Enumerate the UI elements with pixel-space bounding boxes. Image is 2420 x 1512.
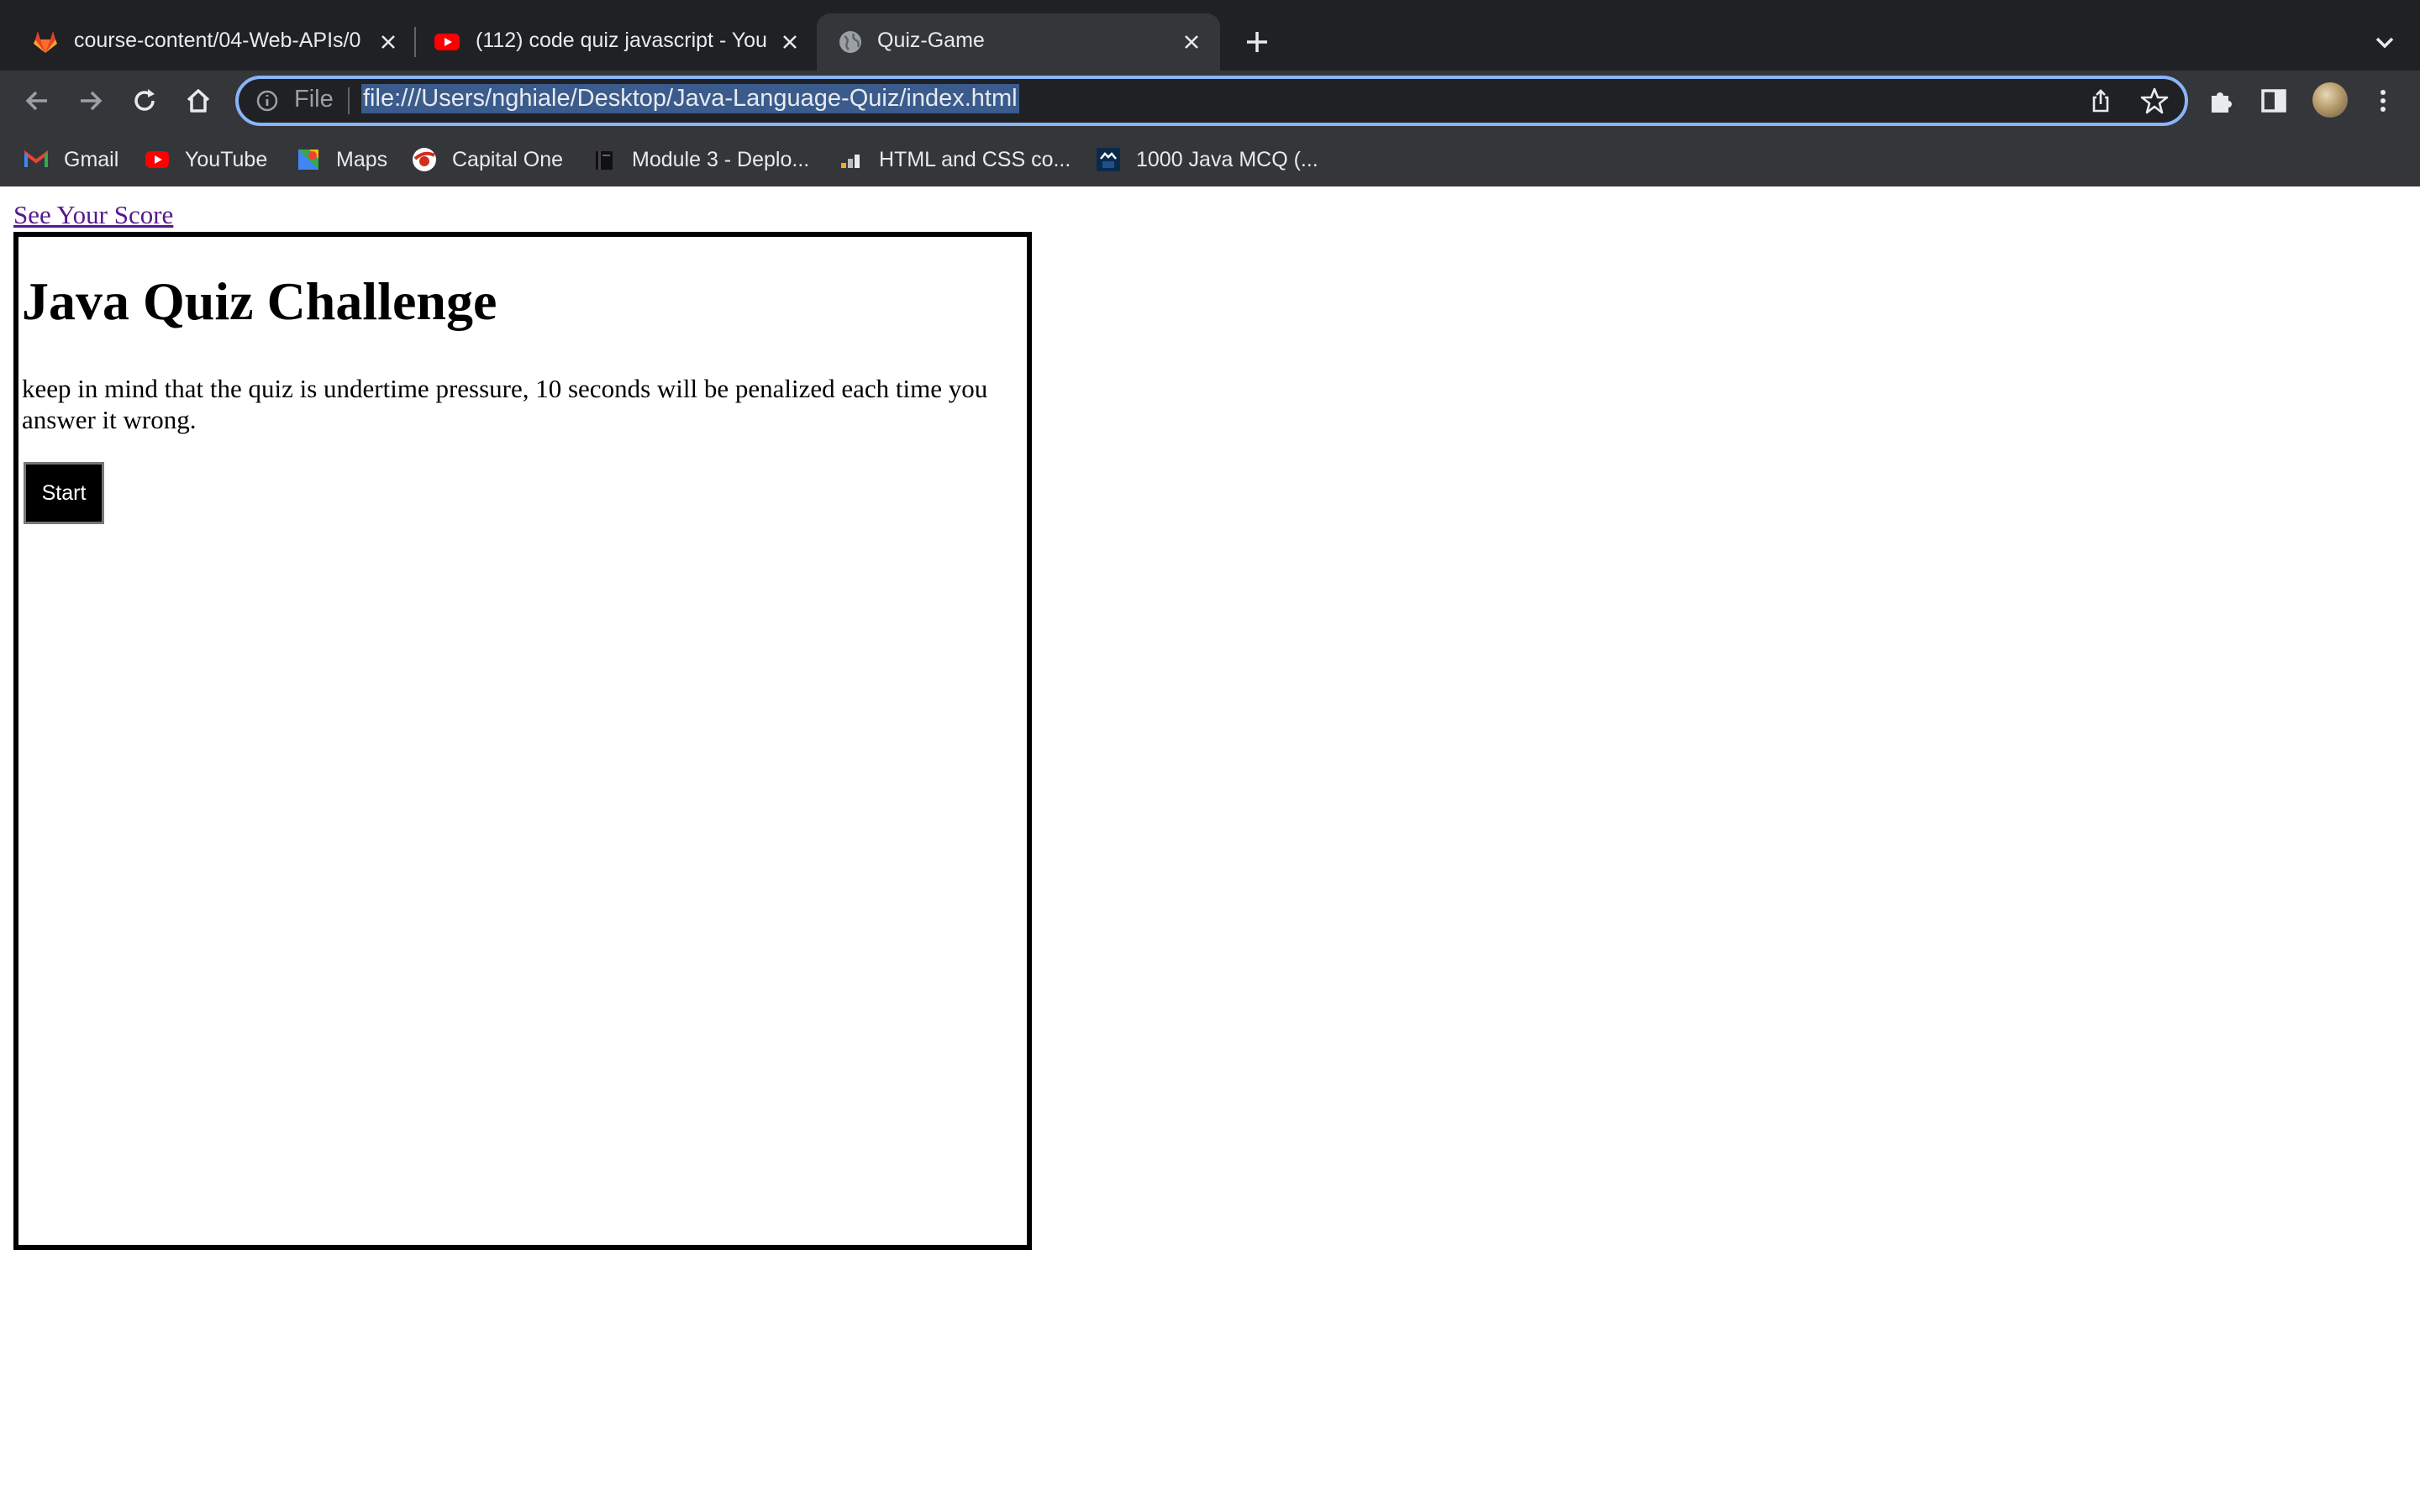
- book-icon: [596, 151, 613, 170]
- extensions-icon[interactable]: [2207, 86, 2237, 116]
- see-your-score-link[interactable]: See Your Score: [13, 200, 173, 230]
- tab-youtube[interactable]: (112) code quiz javascript - You: [418, 13, 813, 71]
- quiz-description: keep in mind that the quiz is undertime …: [22, 374, 988, 434]
- page-viewport: See Your Score Java Quiz Challenge keep …: [0, 186, 2420, 1512]
- tab-separator: [414, 27, 416, 57]
- bookmark-module-3[interactable]: Module 3 - Deplo...: [592, 143, 809, 176]
- scheme-label: File: [294, 86, 334, 113]
- bookmark-label: YouTube: [185, 147, 268, 171]
- quiz-container: Java Quiz Challenge keep in mind that th…: [13, 232, 1032, 1250]
- divider: [348, 87, 350, 114]
- side-panel-icon[interactable]: [2259, 86, 2289, 116]
- bookmark-java-mcq[interactable]: 1000 Java MCQ (...: [1096, 143, 1318, 176]
- chevron-down-icon[interactable]: [2370, 27, 2400, 57]
- gmail-icon: [24, 150, 48, 167]
- bookmark-label: HTML and CSS co...: [879, 147, 1071, 171]
- toolbar: File file:///Users/nghiale/Desktop/Java-…: [0, 71, 2420, 131]
- close-icon[interactable]: [1178, 29, 1205, 55]
- chart-icon: [841, 155, 860, 168]
- more-options-icon[interactable]: [2368, 86, 2398, 116]
- maps-icon: [298, 150, 318, 170]
- bookmark-gmail[interactable]: Gmail: [24, 143, 118, 176]
- share-icon[interactable]: [2087, 87, 2114, 114]
- bookmark-label: 1000 Java MCQ (...: [1136, 147, 1318, 171]
- tab-title: (112) code quiz javascript - You: [476, 29, 766, 52]
- bookmark-label: Maps: [336, 147, 388, 171]
- globe-icon: [839, 31, 861, 53]
- reload-icon[interactable]: [129, 86, 160, 116]
- info-icon[interactable]: [255, 89, 279, 113]
- tab-strip: course-content/04-Web-APIs/0 (112) code …: [0, 0, 2420, 71]
- home-icon[interactable]: [183, 86, 213, 116]
- start-button[interactable]: Start: [24, 462, 104, 524]
- star-icon[interactable]: [2139, 86, 2170, 116]
- bookmarks-bar: Gmail YouTube Maps Capital One Module 3 …: [0, 131, 2420, 188]
- close-icon[interactable]: [375, 29, 402, 55]
- bookmark-maps[interactable]: Maps: [296, 143, 387, 176]
- sf-icon: [1097, 148, 1120, 171]
- tab-title: Quiz-Game: [877, 29, 985, 52]
- close-icon[interactable]: [776, 29, 803, 55]
- youtube-icon: [145, 151, 169, 168]
- gitlab-icon: [34, 31, 57, 53]
- bookmark-label: Capital One: [452, 147, 564, 171]
- address-bar[interactable]: File file:///Users/nghiale/Desktop/Java-…: [235, 76, 2188, 126]
- capital-one-icon: [413, 148, 436, 171]
- url-text[interactable]: file:///Users/nghiale/Desktop/Java-Langu…: [361, 84, 1019, 113]
- forward-icon[interactable]: [76, 86, 106, 116]
- tab-quiz-game[interactable]: Quiz-Game: [817, 13, 1220, 71]
- bookmark-youtube[interactable]: YouTube: [145, 143, 267, 176]
- bookmark-label: Gmail: [64, 147, 119, 171]
- bookmark-html-css[interactable]: HTML and CSS co...: [839, 143, 1071, 176]
- bookmark-capital-one[interactable]: Capital One: [412, 143, 563, 176]
- tab-title: course-content/04-Web-APIs/0: [74, 29, 361, 52]
- profile-avatar[interactable]: [2312, 82, 2348, 118]
- new-tab-icon[interactable]: [1242, 27, 1272, 57]
- page-title: Java Quiz Challenge: [22, 271, 497, 331]
- bookmark-label: Module 3 - Deplo...: [632, 147, 810, 171]
- youtube-icon: [434, 34, 460, 50]
- back-icon[interactable]: [22, 86, 52, 116]
- tab-course-content[interactable]: course-content/04-Web-APIs/0: [17, 13, 412, 71]
